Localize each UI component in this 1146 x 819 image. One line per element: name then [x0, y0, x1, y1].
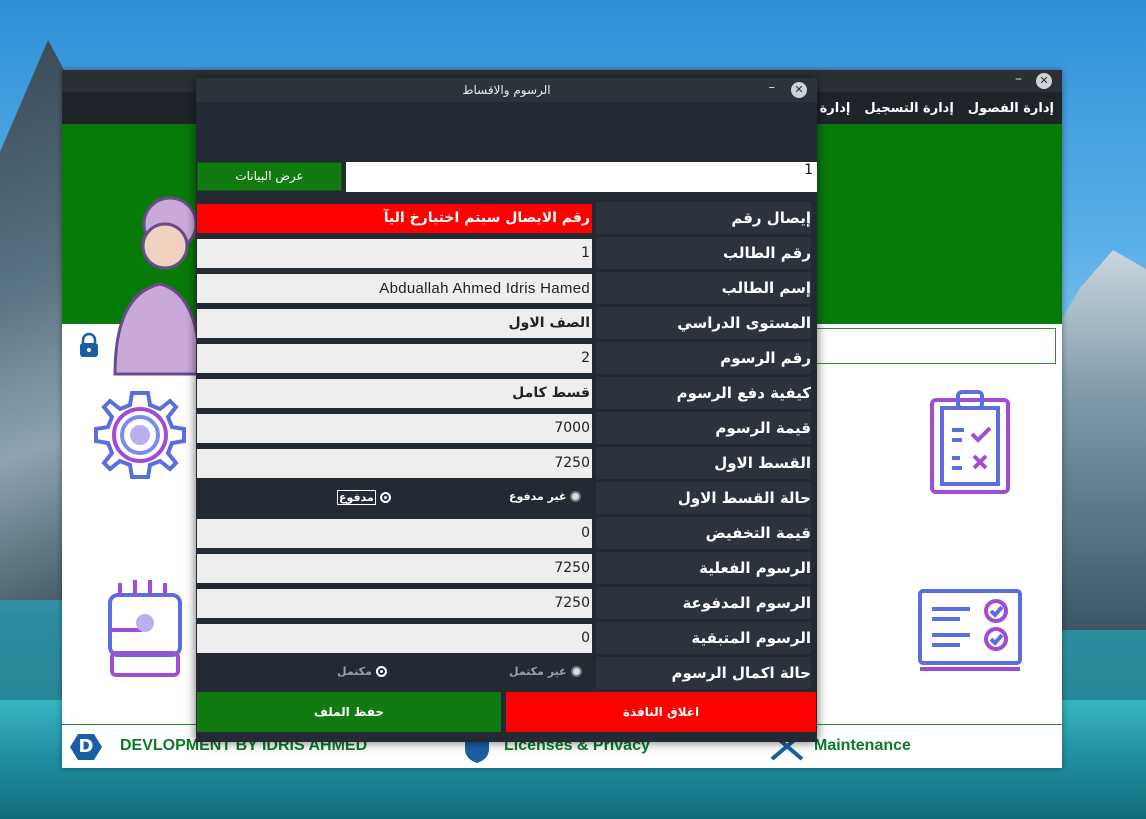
row-fee-amount: قيمة الرسوم 7000 [196, 412, 817, 444]
fee-number-field[interactable]: 2 [197, 344, 592, 373]
row-payment-method: كيفية دفع الرسوم قسط كامل [196, 377, 817, 409]
remaining-fees-field[interactable]: 0 [197, 624, 592, 653]
radio-label: مدفوع [337, 490, 376, 505]
radio-incomplete[interactable]: غير مكتمل [509, 665, 582, 678]
discount-field[interactable]: 0 [197, 519, 592, 548]
row-fee-number: رقم الرسوم 2 [196, 342, 817, 374]
installment-status-radio-group: غير مدفوع مدفوع [197, 482, 592, 514]
field-label: الرسوم الفعلية [596, 552, 811, 584]
row-first-installment: القسط الاول 7250 [196, 447, 817, 479]
dev-logo-icon: D [70, 734, 102, 760]
student-name-field[interactable]: Abduallah Ahmed Idris Hamed [197, 274, 592, 303]
row-actual-fees: الرسوم الفعلية 7250 [196, 552, 817, 584]
clipboard-icon[interactable] [922, 388, 1018, 498]
row-remaining-fees: الرسوم المتبقية 0 [196, 622, 817, 654]
row-first-installment-status: حالة القسط الاول غير مدفوع مدفوع [196, 482, 817, 514]
radio-paid[interactable]: مدفوع [337, 490, 391, 505]
minimize-icon[interactable]: – [1015, 71, 1022, 87]
footer-maintenance-text[interactable]: Maintenance [814, 737, 911, 755]
student-number-field[interactable]: 1 [197, 239, 592, 268]
radio-label: مكتمل [337, 665, 372, 678]
radio-label: غير مدفوع [509, 490, 567, 503]
field-label: كيفية دفع الرسوم [596, 377, 811, 409]
fee-amount-field[interactable]: 7000 [197, 414, 592, 443]
field-label: رقم الطالب [596, 237, 811, 269]
lock-icon[interactable] [78, 332, 100, 358]
row-discount: قيمة التخفيض 0 [196, 517, 817, 549]
fees-dialog: الرسوم والاقساط – ✕ 1 عرض البيانات إيصال… [196, 78, 817, 742]
field-label: حالة اكمال الرسوم [596, 657, 811, 689]
show-data-button[interactable]: عرض البيانات [197, 162, 342, 191]
field-label: قيمة التخفيض [596, 517, 811, 549]
field-label: المستوى الدراسي [596, 307, 811, 339]
row-completion-status: حالة اكمال الرسوم غير مكتمل مكتمل [196, 657, 817, 689]
field-label: إسم الطالب [596, 272, 811, 304]
field-label: إيصال رقم [596, 202, 811, 234]
menu-registration[interactable]: إدارة التسجيل [864, 101, 953, 116]
main-text-field[interactable] [802, 328, 1056, 364]
receipt-search-input[interactable]: 1 [346, 162, 817, 192]
field-label: الرسوم المتبقية [596, 622, 811, 654]
checklist-icon[interactable] [914, 585, 1026, 675]
field-label: القسط الاول [596, 447, 811, 479]
row-receipt-number: إيصال رقم رقم الايصال سيتم اختيارخ اليآ [196, 202, 817, 234]
receipt-number-field[interactable]: رقم الايصال سيتم اختيارخ اليآ [197, 204, 592, 233]
field-label: حالة القسط الاول [596, 482, 811, 514]
study-level-field[interactable]: الصف الاول [197, 309, 592, 338]
radio-dot-icon[interactable] [570, 491, 582, 502]
hand-icon[interactable] [100, 575, 190, 685]
field-label: رقم الرسوم [596, 342, 811, 374]
menu-classes[interactable]: إدارة الفصول [968, 101, 1054, 116]
row-study-level: المستوى الدراسي الصف الاول [196, 307, 817, 339]
row-student-name: إسم الطالب Abduallah Ahmed Idris Hamed [196, 272, 817, 304]
radio-dot-icon[interactable] [570, 666, 582, 677]
radio-label: غير مكتمل [509, 665, 567, 678]
actual-fees-field[interactable]: 7250 [197, 554, 592, 583]
save-file-button[interactable]: حفظ الملف [197, 692, 501, 732]
radio-unpaid[interactable]: غير مدفوع [509, 490, 582, 503]
completion-status-radio-group: غير مكتمل مكتمل [197, 657, 592, 689]
close-icon[interactable]: ✕ [1036, 73, 1052, 89]
field-label: الرسوم المدفوعة [596, 587, 811, 619]
paid-fees-field[interactable]: 7250 [197, 589, 592, 618]
gear-icon[interactable] [90, 385, 190, 495]
row-student-number: رقم الطالب 1 [196, 237, 817, 269]
dialog-titlebar: الرسوم والاقساط – ✕ [196, 78, 817, 102]
radio-dot-icon[interactable] [375, 666, 387, 677]
field-label: قيمة الرسوم [596, 412, 811, 444]
row-paid-fees: الرسوم المدفوعة 7250 [196, 587, 817, 619]
dialog-title: الرسوم والاقساط [462, 83, 551, 97]
first-installment-field[interactable]: 7250 [197, 449, 592, 478]
minimize-icon[interactable]: – [769, 80, 776, 95]
avatar-icon [113, 196, 200, 376]
payment-method-field[interactable]: قسط كامل [197, 379, 592, 408]
close-icon[interactable]: ✕ [791, 82, 807, 98]
radio-dot-icon[interactable] [379, 492, 391, 503]
radio-complete[interactable]: مكتمل [337, 665, 387, 678]
close-window-button[interactable]: اغلاق النافذة [506, 692, 816, 732]
